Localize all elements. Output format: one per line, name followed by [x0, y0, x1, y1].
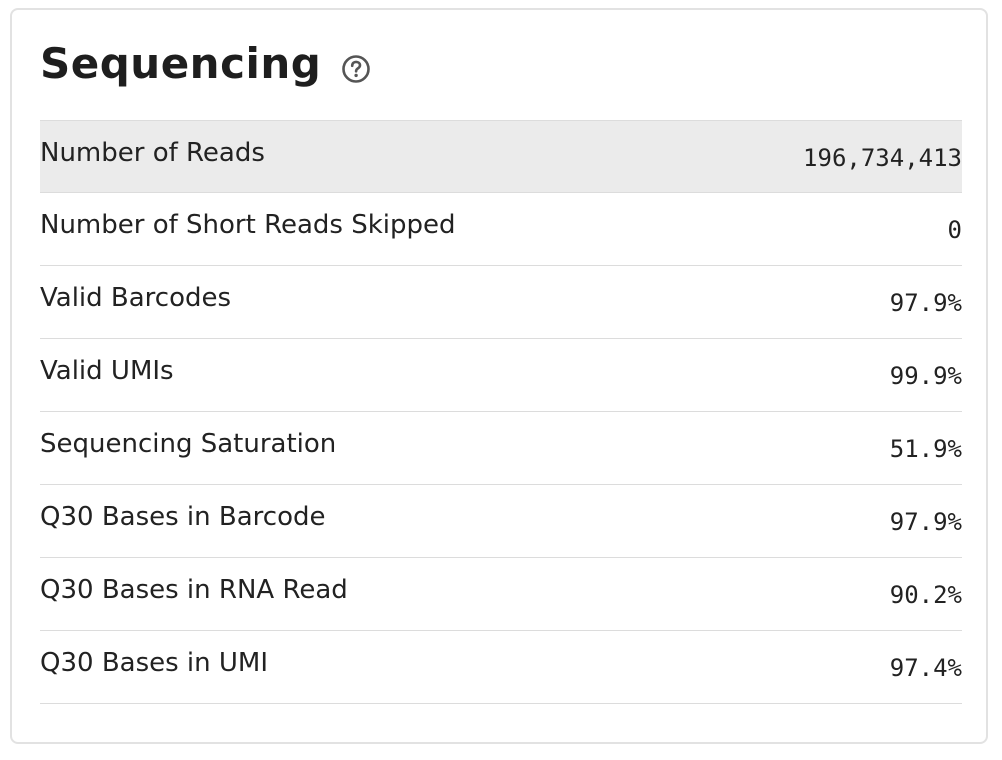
metric-value: 99.9% [889, 362, 962, 390]
table-row: Q30 Bases in UMI 97.4% [40, 631, 962, 704]
metric-label: Number of Short Reads Skipped [40, 210, 456, 240]
table-row: Valid Barcodes 97.9% [40, 266, 962, 339]
metric-value: 97.4% [889, 654, 962, 682]
metric-value: 97.9% [889, 508, 962, 536]
metric-label: Q30 Bases in Barcode [40, 502, 326, 532]
table-row: Number of Short Reads Skipped 0 [40, 193, 962, 266]
table-row: Sequencing Saturation 51.9% [40, 412, 962, 485]
card-title: Sequencing [40, 39, 322, 88]
metric-label: Q30 Bases in RNA Read [40, 575, 348, 605]
table-row: Number of Reads 196,734,413 [40, 120, 962, 193]
sequencing-card: Sequencing Number of Reads 196,734,413 N… [10, 8, 988, 744]
metric-value: 196,734,413 [803, 143, 962, 172]
card-header: Sequencing [40, 36, 371, 92]
table-row: Valid UMIs 99.9% [40, 339, 962, 412]
metric-label: Valid UMIs [40, 356, 174, 386]
metrics-table: Number of Reads 196,734,413 Number of Sh… [40, 120, 962, 704]
metric-value: 90.2% [889, 581, 962, 609]
metric-label: Valid Barcodes [40, 283, 232, 313]
question-circle-icon[interactable] [341, 54, 371, 84]
metric-value: 97.9% [889, 289, 962, 317]
metric-value: 0 [947, 216, 962, 244]
table-row: Q30 Bases in Barcode 97.9% [40, 485, 962, 558]
metric-label: Number of Reads [40, 137, 265, 168]
table-row: Q30 Bases in RNA Read 90.2% [40, 558, 962, 631]
metric-label: Q30 Bases in UMI [40, 648, 269, 678]
metric-label: Sequencing Saturation [40, 429, 337, 459]
metric-value: 51.9% [889, 435, 962, 463]
